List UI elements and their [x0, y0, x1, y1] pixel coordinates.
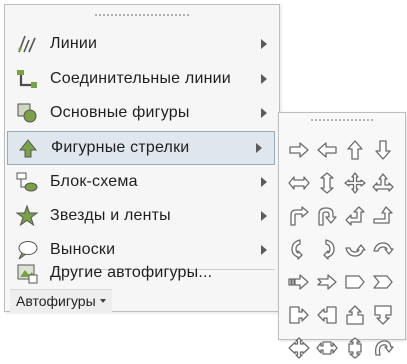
submenu-arrow-icon [261, 39, 267, 49]
submenu-arrow-icon [261, 74, 267, 84]
menu-item-stars-banners[interactable]: Звезды и ленты [5, 199, 279, 233]
callout-right-arrow-icon[interactable] [285, 298, 313, 331]
arrow-down-icon[interactable] [369, 133, 397, 166]
menu-item-block-arrows[interactable]: Фигурные стрелки [7, 131, 275, 165]
arrow-curved-down-icon[interactable] [369, 232, 397, 265]
menu-item-label: Фигурные стрелки [51, 139, 190, 156]
menu-item-flowchart[interactable]: Блок-схема [5, 165, 279, 199]
arrow-quad-icon[interactable] [341, 166, 369, 199]
menu-item-connectors[interactable]: Соединительные линии [5, 62, 279, 96]
block-arrows-submenu [278, 112, 406, 359]
submenu-arrow-icon [261, 211, 267, 221]
menu-item-label: Основные фигуры [50, 104, 190, 121]
more-autoshapes-icon [14, 260, 40, 286]
dropdown-caret-icon [99, 299, 106, 303]
lines-icon [14, 31, 40, 57]
menu-item-label: Блок-схема [50, 173, 138, 190]
arrow-up-down-icon[interactable] [313, 166, 341, 199]
shapes-grid [285, 133, 397, 364]
arrow-circular-icon[interactable] [369, 331, 397, 364]
arrow-left-icon[interactable] [313, 133, 341, 166]
submenu-arrow-icon [261, 245, 267, 255]
arrow-left-up-icon[interactable] [341, 199, 369, 232]
menu-item-lines[interactable]: Линии [5, 27, 279, 61]
chevron-icon[interactable] [369, 265, 397, 298]
autoshapes-button[interactable]: Автофигуры [10, 289, 112, 312]
callout-left-arrow-icon[interactable] [313, 298, 341, 331]
arrow-right-icon[interactable] [285, 133, 313, 166]
callout-up-arrow-icon[interactable] [341, 298, 369, 331]
arrow-left-right-icon[interactable] [285, 166, 313, 199]
connectors-icon [14, 66, 40, 92]
submenu-arrow-icon [256, 143, 262, 153]
menu-item-label: Звезды и ленты [50, 207, 171, 224]
arrow-bent-icon[interactable] [285, 199, 313, 232]
menu-item-label: Линии [50, 35, 98, 52]
arrow-left-right-up-icon[interactable] [369, 166, 397, 199]
flowchart-icon [14, 169, 40, 195]
pentagon-icon[interactable] [341, 265, 369, 298]
callout-quad-arrow-icon[interactable] [285, 331, 313, 364]
menu-item-label: Соединительные линии [50, 70, 231, 87]
arrow-bent-up-icon[interactable] [369, 199, 397, 232]
submenu-arrow-icon [261, 108, 267, 118]
arrow-curved-right-icon[interactable] [285, 232, 313, 265]
menu-item-label: Другие автофигуры... [50, 264, 213, 281]
autoshapes-button-label: Автофигуры [16, 293, 96, 309]
menu-item-more-autoshapes[interactable]: Другие автофигуры... [5, 255, 279, 291]
autoshapes-menu: Линии Соединительные линии Основные фигу… [4, 4, 280, 312]
arrow-curved-up-icon[interactable] [341, 232, 369, 265]
menu-item-basic-shapes[interactable]: Основные фигуры [5, 96, 279, 130]
arrow-striped-right-icon[interactable] [285, 265, 313, 298]
arrow-notched-right-icon[interactable] [313, 265, 341, 298]
callout-down-arrow-icon[interactable] [369, 298, 397, 331]
arrow-u-turn-icon[interactable] [313, 199, 341, 232]
submenu-drag-handle[interactable] [310, 118, 374, 122]
arrow-curved-left-icon[interactable] [313, 232, 341, 265]
callout-up-down-arrow-icon[interactable] [341, 331, 369, 364]
arrow-up-icon[interactable] [341, 133, 369, 166]
stars-banners-icon [14, 203, 40, 229]
callout-left-right-arrow-icon[interactable] [313, 331, 341, 364]
menu-drag-handle[interactable] [5, 5, 279, 25]
block-arrows-icon [15, 135, 41, 161]
submenu-arrow-icon [261, 177, 267, 187]
basic-shapes-icon [14, 100, 40, 126]
